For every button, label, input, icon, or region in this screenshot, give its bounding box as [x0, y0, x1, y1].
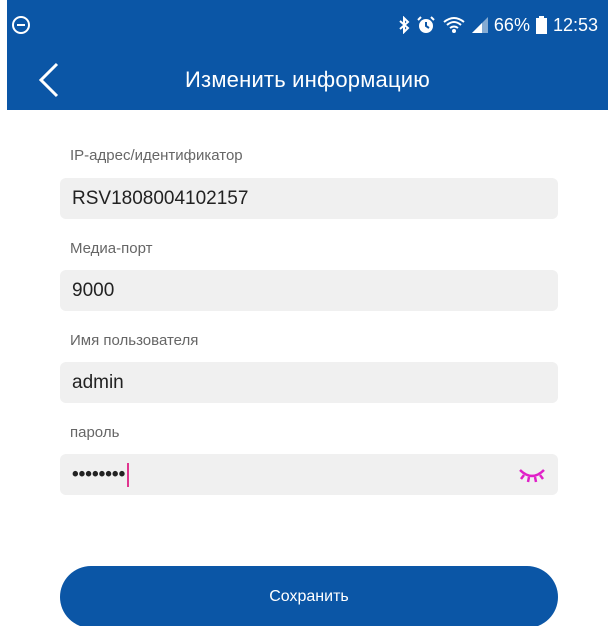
app-bar: 66% 12:53 Изменить информацию: [7, 0, 608, 110]
ip-label: IP-адрес/идентификатор: [70, 147, 243, 164]
signal-icon: [471, 16, 488, 34]
do-not-disturb-icon: [12, 16, 30, 34]
battery-percent: 66%: [493, 14, 530, 35]
password-field[interactable]: ••••••••: [60, 454, 558, 495]
chevron-left-icon: [38, 62, 59, 98]
title-bar: Изменить информацию: [7, 50, 608, 110]
port-value: 9000: [72, 279, 115, 301]
port-field[interactable]: 9000: [60, 270, 558, 311]
text-cursor: [127, 462, 130, 487]
back-button[interactable]: [31, 58, 67, 102]
password-label: пароль: [70, 424, 120, 441]
username-label: Имя пользователя: [70, 332, 199, 349]
username-field[interactable]: admin: [60, 362, 558, 403]
password-value: ••••••••: [72, 463, 126, 485]
save-button[interactable]: Сохранить: [60, 566, 558, 626]
ip-field[interactable]: RSV1808004102157: [60, 178, 558, 219]
battery-icon: [535, 16, 547, 34]
status-time: 12:53: [552, 14, 598, 35]
eye-closed-icon[interactable]: [518, 464, 546, 486]
page-title: Изменить информацию: [185, 67, 430, 92]
port-label: Медиа-порт: [70, 240, 153, 257]
status-bar: 66% 12:53: [7, 0, 608, 50]
wifi-icon: [442, 16, 466, 34]
username-value: admin: [72, 371, 124, 393]
bluetooth-icon: [398, 16, 410, 34]
alarm-icon: [416, 16, 436, 34]
ip-value: RSV1808004102157: [72, 187, 249, 209]
